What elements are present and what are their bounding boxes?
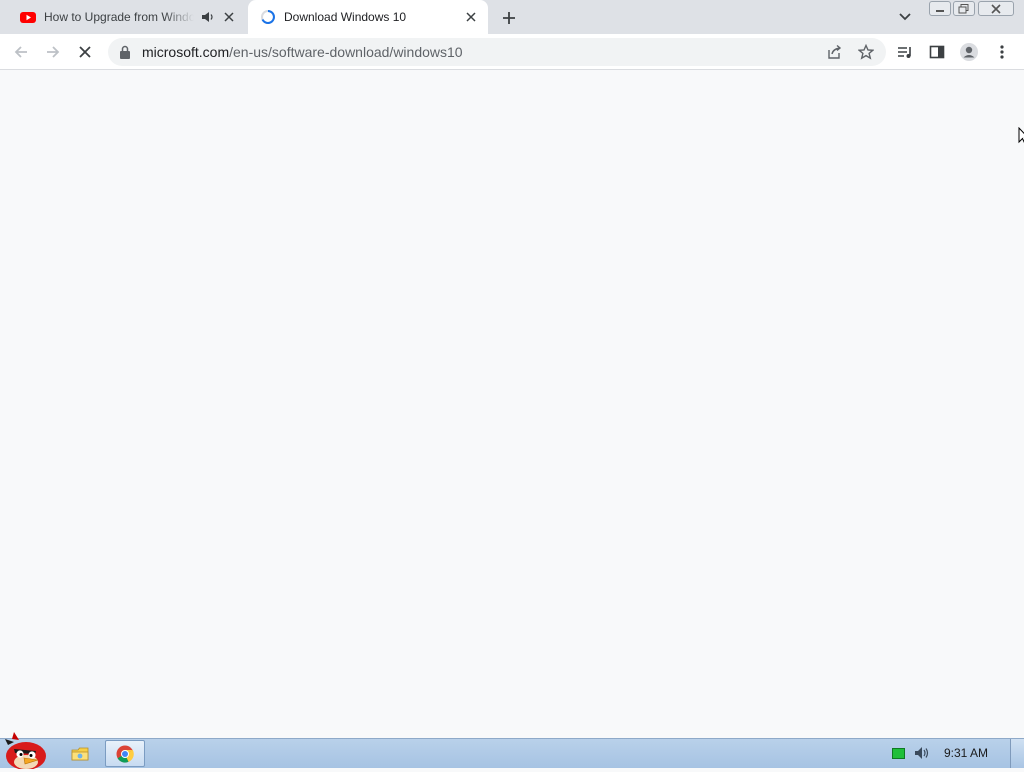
- network-icon[interactable]: [892, 748, 905, 759]
- chrome-icon: [116, 745, 134, 763]
- close-tab-icon[interactable]: [462, 8, 480, 26]
- stop-icon: [79, 46, 91, 58]
- media-controls-icon: [898, 47, 911, 58]
- show-desktop-button[interactable]: [1010, 739, 1024, 768]
- side-panel-icon: [929, 45, 945, 59]
- tab-title: How to Upgrade from Windows 7 to Windows…: [44, 10, 194, 24]
- youtube-icon: [20, 9, 36, 25]
- chevron-down-icon: [899, 13, 911, 21]
- close-icon: [991, 3, 1001, 14]
- forward-button[interactable]: [41, 40, 65, 64]
- speaker-icon[interactable]: [200, 9, 216, 25]
- tab-strip: How to Upgrade from Windows 7 to Windows…: [0, 0, 1024, 34]
- close-tab-icon[interactable]: [220, 8, 238, 26]
- profile-button[interactable]: [957, 40, 981, 64]
- page-content: [0, 70, 1024, 738]
- restore-button[interactable]: [953, 1, 975, 16]
- taskbar-explorer[interactable]: [60, 740, 100, 767]
- forward-arrow-icon: [47, 46, 60, 58]
- mouse-cursor-icon: [1018, 126, 1024, 145]
- tab-search-button[interactable]: [895, 8, 915, 26]
- loading-spinner-icon: [260, 9, 276, 25]
- lock-icon[interactable]: [119, 45, 131, 59]
- volume-icon[interactable]: [913, 745, 931, 761]
- angry-bird-start-orb: [5, 732, 46, 770]
- explorer-folder-icon: [71, 747, 89, 760]
- tab-youtube-video[interactable]: How to Upgrade from Windows 7 to Windows…: [8, 0, 246, 34]
- system-clock[interactable]: 9:31 AM: [944, 739, 988, 768]
- back-button[interactable]: [9, 40, 33, 64]
- tab-title: Download Windows 10: [284, 10, 407, 24]
- taskbar-chrome[interactable]: [105, 740, 145, 767]
- taskbar: 9:31 AM: [0, 732, 1024, 770]
- new-tab-button[interactable]: [498, 7, 520, 29]
- browser-toolbar: microsoft.com/en-us/software-download/wi…: [0, 34, 1024, 70]
- bookmark-star-icon[interactable]: [857, 43, 875, 61]
- share-icon[interactable]: [825, 43, 843, 61]
- start-button[interactable]: [2, 731, 50, 770]
- tab-download-windows-10[interactable]: Download Windows 10: [248, 0, 488, 34]
- url-text[interactable]: microsoft.com/en-us/software-download/wi…: [142, 38, 463, 66]
- minimize-icon: [936, 9, 944, 12]
- more-menu-icon: [1000, 45, 1004, 59]
- more-menu-button[interactable]: [990, 40, 1014, 64]
- minimize-button[interactable]: [929, 1, 951, 16]
- profile-icon: [960, 43, 978, 61]
- close-window-button[interactable]: [978, 1, 1014, 16]
- side-panel-button[interactable]: [925, 40, 949, 64]
- media-controls-button[interactable]: [893, 40, 917, 64]
- url-path: /en-us/software-download/windows10: [229, 44, 463, 60]
- url-host: microsoft.com: [142, 44, 230, 60]
- restore-icon: [958, 3, 969, 13]
- back-arrow-icon: [14, 46, 27, 58]
- stop-loading-button[interactable]: [73, 40, 97, 64]
- address-bar[interactable]: microsoft.com/en-us/software-download/wi…: [108, 38, 886, 66]
- plus-icon: [503, 12, 515, 24]
